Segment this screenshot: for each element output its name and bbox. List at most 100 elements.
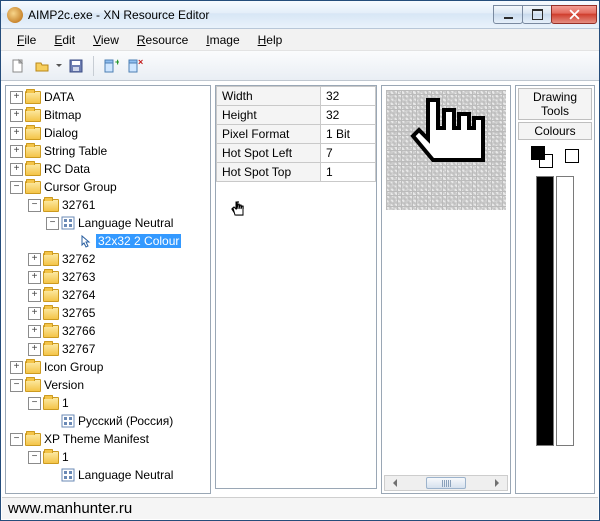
tree-label: 32762	[62, 252, 95, 266]
folder-icon	[43, 343, 59, 356]
menu-help[interactable]: Help	[250, 31, 291, 49]
window-buttons	[494, 5, 597, 24]
menu-resource[interactable]: Resource	[129, 31, 196, 49]
tree-node-c32762[interactable]: +32762	[6, 250, 210, 268]
tree-node-x1[interactable]: −1	[6, 448, 210, 466]
prop-label: Width	[217, 87, 321, 106]
tree-label: 1	[62, 450, 69, 464]
collapse-icon[interactable]: −	[46, 217, 59, 230]
tree-label: Русский (Россия)	[78, 414, 173, 428]
tree-node-xln[interactable]: Language Neutral	[6, 466, 210, 484]
add-resource-button[interactable]: +	[100, 55, 122, 77]
fg-bg-swatch[interactable]	[531, 146, 553, 168]
collapse-icon[interactable]: −	[10, 181, 23, 194]
collapse-icon[interactable]: −	[28, 397, 41, 410]
tree-node-dialog[interactable]: +Dialog	[6, 124, 210, 142]
collapse-icon[interactable]: −	[28, 451, 41, 464]
new-button[interactable]	[7, 55, 29, 77]
menu-view[interactable]: View	[85, 31, 127, 49]
expand-icon[interactable]: +	[28, 307, 41, 320]
tree-node-c32764[interactable]: +32764	[6, 286, 210, 304]
delete-resource-button[interactable]: ×	[124, 55, 146, 77]
tree-node-c32763[interactable]: +32763	[6, 268, 210, 286]
expand-icon[interactable]: +	[28, 343, 41, 356]
tree-label: Bitmap	[44, 108, 81, 122]
scroll-thumb[interactable]	[426, 477, 466, 489]
expand-icon[interactable]: +	[28, 289, 41, 302]
tree-label: 32763	[62, 270, 95, 284]
resource-tree[interactable]: +DATA+Bitmap+Dialog+String Table+RC Data…	[6, 86, 210, 493]
save-button[interactable]	[65, 55, 87, 77]
properties-table: Width32 Height32 Pixel Format1 Bit Hot S…	[216, 86, 376, 182]
expand-icon[interactable]: +	[10, 361, 23, 374]
alt-colour-swatch[interactable]	[565, 149, 579, 163]
scroll-left-button[interactable]	[385, 476, 401, 490]
expand-icon[interactable]: +	[10, 109, 23, 122]
app-icon	[7, 7, 23, 23]
tree-node-c32761[interactable]: −32761	[6, 196, 210, 214]
tree-node-v1[interactable]: −1	[6, 394, 210, 412]
expand-icon[interactable]: +	[28, 325, 41, 338]
horizontal-scrollbar[interactable]	[384, 475, 508, 491]
open-button[interactable]	[31, 55, 53, 77]
hand-cursor-icon	[230, 200, 250, 222]
palette-black[interactable]	[536, 176, 554, 446]
colour-swatches	[516, 146, 594, 168]
close-button[interactable]	[551, 5, 597, 24]
folder-icon	[25, 163, 41, 176]
tree-node-icon_group[interactable]: +Icon Group	[6, 358, 210, 376]
tree-label: 1	[62, 396, 69, 410]
tree-node-version[interactable]: − Version	[6, 376, 210, 394]
prop-value[interactable]: 7	[321, 144, 376, 163]
tree-node-c32765[interactable]: +32765	[6, 304, 210, 322]
prop-label: Hot Spot Top	[217, 163, 321, 182]
expand-icon[interactable]: +	[10, 91, 23, 104]
collapse-icon[interactable]: −	[10, 379, 23, 392]
menu-edit[interactable]: Edit	[46, 31, 83, 49]
expand-icon[interactable]: +	[10, 145, 23, 158]
folder-icon	[25, 127, 41, 140]
tree-node-cursor_group[interactable]: −Cursor Group	[6, 178, 210, 196]
prop-value[interactable]: 1	[321, 163, 376, 182]
toolbar-separator	[93, 56, 94, 76]
expand-icon[interactable]: +	[28, 271, 41, 284]
collapse-icon[interactable]: −	[10, 433, 23, 446]
prop-label: Hot Spot Left	[217, 144, 321, 163]
folder-icon	[25, 181, 41, 194]
folder-icon	[25, 379, 41, 392]
folder-icon	[25, 433, 41, 446]
tree-node-c32767[interactable]: +32767	[6, 340, 210, 358]
cursor-image[interactable]	[400, 96, 490, 196]
minimize-button[interactable]	[493, 5, 523, 24]
tree-label: Language Neutral	[78, 216, 173, 230]
tree-node-xp[interactable]: −XP Theme Manifest	[6, 430, 210, 448]
palette-white[interactable]	[556, 176, 574, 446]
expand-icon[interactable]: +	[10, 127, 23, 140]
prop-row-height: Height32	[217, 106, 376, 125]
collapse-icon[interactable]: −	[28, 199, 41, 212]
menu-image[interactable]: Image	[198, 31, 247, 49]
menu-file[interactable]: File	[9, 31, 44, 49]
tree-label: Version	[44, 378, 84, 392]
tree-node-ru[interactable]: Русский (Россия)	[6, 412, 210, 430]
fg-colour[interactable]	[531, 146, 545, 160]
tree-node-lang_neutral[interactable]: − Language Neutral	[6, 214, 210, 232]
prop-value[interactable]: 1 Bit	[321, 125, 376, 144]
tree-node-string_table[interactable]: +String Table	[6, 142, 210, 160]
prop-value[interactable]: 32	[321, 106, 376, 125]
tree-node-rc_data[interactable]: +RC Data	[6, 160, 210, 178]
prop-value[interactable]: 32	[321, 87, 376, 106]
tree-node-bitmap[interactable]: + Bitmap	[6, 106, 210, 124]
open-dropdown[interactable]	[55, 61, 63, 70]
tree-node-c32766[interactable]: +32766	[6, 322, 210, 340]
window-title: AIMP2c.exe - XN Resource Editor	[28, 8, 494, 22]
scroll-right-button[interactable]	[491, 476, 507, 490]
expand-icon[interactable]: +	[28, 253, 41, 266]
tree-node-data[interactable]: +DATA	[6, 88, 210, 106]
properties-pane: Width32 Height32 Pixel Format1 Bit Hot S…	[215, 85, 377, 489]
maximize-button[interactable]	[522, 5, 552, 24]
tree-node-sel[interactable]: 32x32 2 Colour	[6, 232, 210, 250]
folder-icon	[25, 109, 41, 122]
resource-icon	[61, 414, 75, 428]
expand-icon[interactable]: +	[10, 163, 23, 176]
